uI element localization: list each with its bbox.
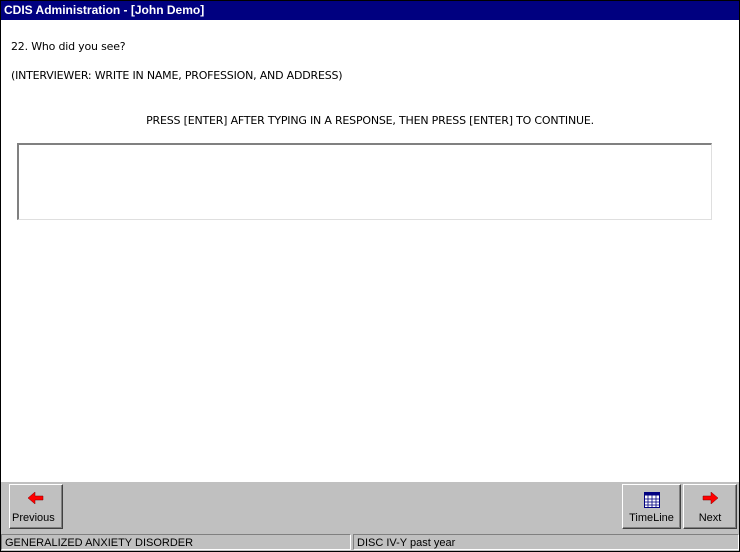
question-panel: 22. Who did you see? (INTERVIEWER: WRITE…	[1, 20, 739, 481]
right-arrow-icon	[684, 492, 736, 506]
previous-button[interactable]: Previous	[9, 484, 63, 529]
status-section-pane: GENERALIZED ANXIETY DISORDER	[1, 534, 351, 550]
navigation-toolbar: Previous TimeLine Next	[1, 481, 739, 533]
app-window: CDIS Administration - [John Demo] 22. Wh…	[0, 0, 740, 552]
calendar-icon	[623, 492, 680, 508]
next-button[interactable]: Next	[683, 484, 737, 529]
title-bar: CDIS Administration - [John Demo]	[1, 1, 739, 20]
response-input[interactable]	[17, 143, 712, 220]
previous-label: Previous	[12, 512, 55, 524]
status-bar: GENERALIZED ANXIETY DISORDER DISC IV-Y p…	[1, 532, 739, 551]
press-enter-instruction: PRESS [ENTER] AFTER TYPING IN A RESPONSE…	[146, 114, 594, 127]
timeline-label: TimeLine	[629, 512, 674, 524]
status-module-pane: DISC IV-Y past year	[353, 534, 739, 550]
timeline-button[interactable]: TimeLine	[622, 484, 681, 529]
next-label: Next	[698, 512, 722, 524]
window-title: CDIS Administration - [John Demo]	[4, 3, 205, 17]
interviewer-instruction: (INTERVIEWER: WRITE IN NAME, PROFESSION,…	[11, 69, 343, 82]
question-text: 22. Who did you see?	[11, 40, 126, 53]
left-arrow-icon	[10, 492, 62, 506]
